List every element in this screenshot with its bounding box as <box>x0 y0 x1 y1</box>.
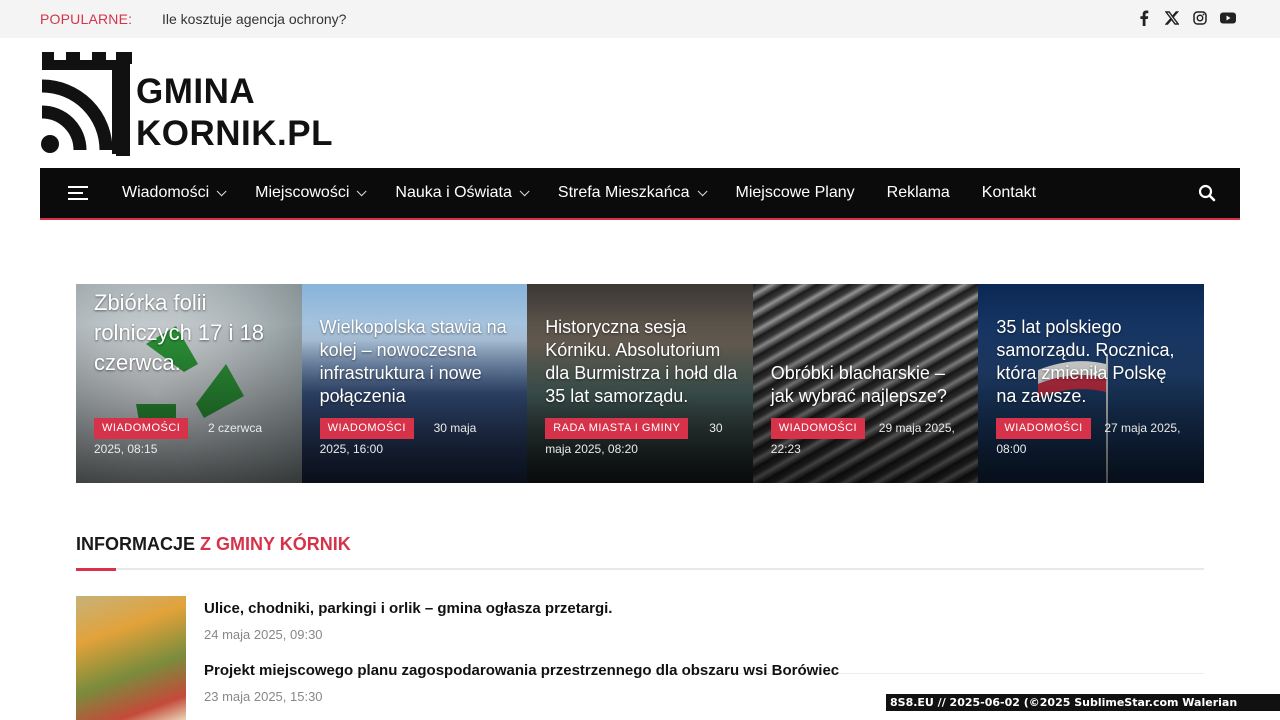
social-links <box>1136 10 1236 26</box>
featured-slide[interactable]: Zbiórka folii rolniczych 17 i 18 czerwca… <box>76 284 302 483</box>
x-icon[interactable] <box>1164 10 1180 26</box>
main-navigation: Wiadomości Miejscowości Nauka i Oświata … <box>40 168 1240 220</box>
youtube-icon[interactable] <box>1220 10 1236 26</box>
search-icon[interactable] <box>1198 184 1216 202</box>
slide-date: 30 maja 2025, 08:20 <box>545 421 723 456</box>
article-date: 24 maja 2025, 09:30 <box>204 627 323 642</box>
nav-item-wiadomosci[interactable]: Wiadomości <box>106 168 239 218</box>
tower-signal-icon <box>41 52 132 156</box>
slide-title[interactable]: 35 lat polskiego samorządu. Rocznica, kt… <box>996 316 1190 408</box>
popular-article-link[interactable]: Ile kosztuje agencja ochrony? <box>162 11 346 27</box>
top-bar: POPULARNE: Ile kosztuje agencja ochrony? <box>0 0 1280 38</box>
featured-slide[interactable]: Historyczna sesja Kórniku. Absolutorium … <box>527 284 753 483</box>
article-title[interactable]: Projekt miejscowego planu zagospodarowan… <box>204 662 839 679</box>
article-date: 23 maja 2025, 15:30 <box>204 689 323 704</box>
slide-date: 30 maja 2025, 16:00 <box>319 421 477 456</box>
nav-items: Wiadomości Miejscowości Nauka i Oświata … <box>106 168 1052 218</box>
chevron-down-icon <box>357 185 367 196</box>
article-title[interactable]: Ulice, chodniki, parkingi i orlik – gmin… <box>204 600 612 617</box>
nav-item-label: Reklama <box>886 184 950 201</box>
slide-date: 29 maja 2025, 22:23 <box>770 421 955 456</box>
list-item: Ulice, chodniki, parkingi i orlik – gmin… <box>204 600 612 642</box>
watermark: 8S8.EU // 2025-06-02 (©2025 SublimeStar.… <box>886 694 1280 720</box>
nav-item-label: Nauka i Oświata <box>395 184 512 201</box>
popular-label: POPULARNE: <box>40 11 133 27</box>
site-logo[interactable]: GMINA KORNIK.PL <box>40 48 340 156</box>
list-item: Projekt miejscowego planu zagospodarowan… <box>204 662 839 704</box>
featured-slide[interactable]: Wielkopolska stawia na kolej – nowoczesn… <box>301 284 528 483</box>
section-heading: INFORMACJE Z GMINY KÓRNIK <box>76 534 351 555</box>
article-thumbnail[interactable] <box>76 596 186 720</box>
facebook-icon[interactable] <box>1136 10 1152 26</box>
featured-slide[interactable]: 35 lat polskiego samorządu. Rocznica, kt… <box>978 284 1204 483</box>
chevron-down-icon <box>697 185 708 196</box>
slide-title[interactable]: Wielkopolska stawia na kolej – nowoczesn… <box>320 316 514 408</box>
nav-item-kontakt[interactable]: Kontakt <box>966 168 1052 218</box>
slide-title[interactable]: Zbiórka folii rolniczych 17 i 18 czerwca… <box>94 288 288 378</box>
nav-item-label: Miejscowości <box>255 184 350 201</box>
nav-item-plany[interactable]: Miejscowe Plany <box>720 168 871 218</box>
slide-title[interactable]: Obróbki blacharskie – jak wybrać najleps… <box>771 362 965 408</box>
featured-slider: Zbiórka folii rolniczych 17 i 18 czerwca… <box>76 284 1204 483</box>
chevron-down-icon <box>519 185 530 196</box>
nav-item-label: Strefa Mieszkańca <box>557 184 690 201</box>
slide-title[interactable]: Historyczna sesja Kórniku. Absolutorium … <box>545 316 739 408</box>
nav-item-label: Wiadomości <box>122 184 210 201</box>
nav-item-label: Miejscowe Plany <box>735 184 855 201</box>
slide-date: 2 czerwca 2025, 08:15 <box>94 421 263 456</box>
nav-item-strefa[interactable]: Strefa Mieszkańca <box>542 168 720 218</box>
section-heading-highlight: Z GMINY KÓRNIK <box>200 534 351 554</box>
nav-item-nauka[interactable]: Nauka i Oświata <box>379 168 542 218</box>
featured-slide[interactable]: Obróbki blacharskie – jak wybrać najleps… <box>752 284 979 483</box>
nav-item-miejscowosci[interactable]: Miejscowości <box>239 168 379 218</box>
instagram-icon[interactable] <box>1192 10 1208 26</box>
nav-item-reklama[interactable]: Reklama <box>871 168 966 218</box>
slide-date: 27 maja 2025, 08:00 <box>996 421 1181 456</box>
chevron-down-icon <box>216 185 227 196</box>
menu-icon[interactable] <box>68 186 88 200</box>
section-heading-main: INFORMACJE <box>76 534 196 554</box>
section-divider <box>76 568 1204 571</box>
nav-item-label: Kontakt <box>981 184 1037 201</box>
logo-text-line2: KORNIK.PL <box>136 114 333 153</box>
logo-text-line1: GMINA <box>136 72 256 111</box>
